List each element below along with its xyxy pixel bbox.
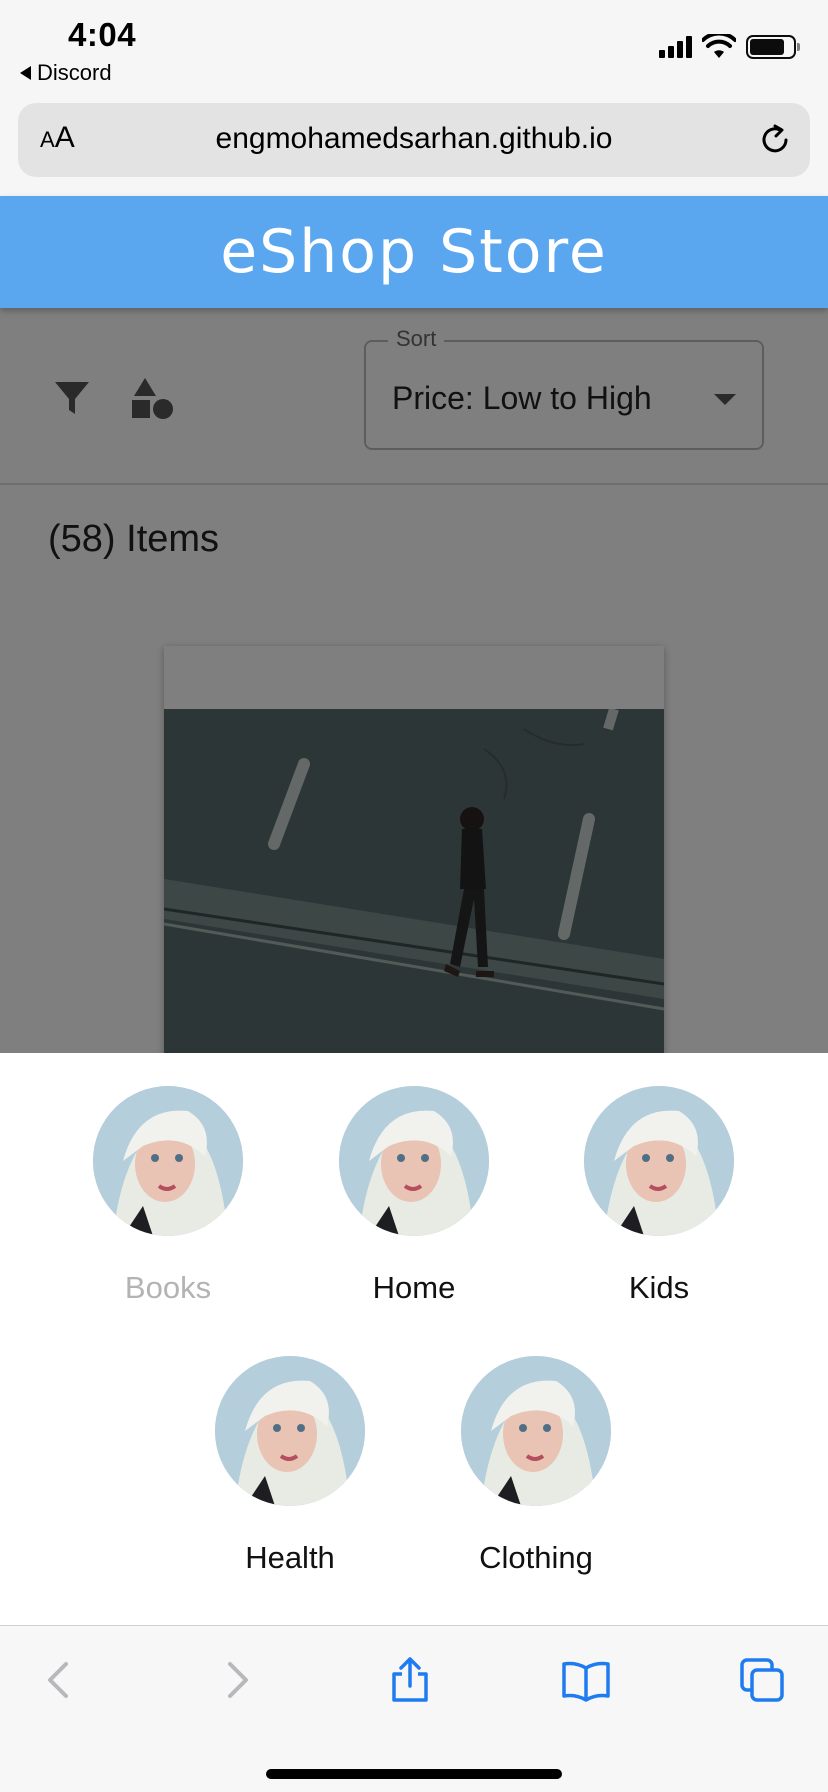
category-avatar [584, 1086, 734, 1236]
category-avatar [215, 1356, 365, 1506]
battery-icon [746, 35, 800, 59]
back-triangle-icon [20, 66, 31, 80]
category-item-kids[interactable]: Kids [559, 1086, 759, 1306]
category-item-home[interactable]: Home [314, 1086, 514, 1306]
product-list-area: Sort Price: Low to High (58) Items [0, 308, 828, 1053]
category-avatar [339, 1086, 489, 1236]
category-avatar [461, 1356, 611, 1506]
share-icon[interactable] [386, 1656, 434, 1704]
filter-row: Sort Price: Low to High [0, 308, 828, 485]
category-label: Kids [628, 1270, 690, 1305]
back-app-label: Discord [37, 60, 112, 85]
tabs-icon[interactable] [738, 1656, 786, 1704]
chevron-down-icon [714, 394, 736, 405]
status-icons [659, 34, 800, 60]
sort-select[interactable]: Sort Price: Low to High [364, 326, 764, 450]
wifi-icon [702, 34, 736, 58]
back-icon[interactable] [36, 1656, 84, 1704]
category-item-health[interactable]: Health [190, 1356, 390, 1576]
status-time: 4:04 [68, 16, 137, 53]
category-label: Books [124, 1270, 212, 1305]
back-to-app-link[interactable]: Discord [20, 60, 112, 86]
product-photo-illustration [164, 709, 664, 1053]
app-title: eShop Store [220, 217, 608, 287]
filter-icon[interactable] [52, 378, 92, 418]
product-card[interactable] [164, 646, 664, 1053]
product-image [164, 709, 664, 1053]
url-text[interactable]: engmohamedsarhan.github.io [18, 122, 810, 156]
category-item-books[interactable]: Books [68, 1086, 268, 1306]
category-label: Home [372, 1270, 456, 1305]
category-item-clothing[interactable]: Clothing [436, 1356, 636, 1576]
items-count: (58) Items [48, 518, 220, 560]
status-bar: 4:04 Discord [0, 0, 828, 95]
category-label: Clothing [479, 1540, 593, 1575]
shapes-icon[interactable] [130, 376, 174, 420]
bookmarks-icon[interactable] [562, 1656, 610, 1704]
home-indicator[interactable] [266, 1769, 562, 1779]
sort-label: Sort [388, 326, 445, 352]
category-sheet: Books Home Kids Health Clothing [0, 1053, 828, 1625]
address-bar[interactable]: AA engmohamedsarhan.github.io [18, 103, 810, 177]
app-header: eShop Store [0, 196, 828, 308]
category-label: Health [245, 1540, 335, 1575]
forward-icon[interactable] [212, 1656, 260, 1704]
sort-value: Price: Low to High [392, 380, 652, 416]
browser-toolbar [0, 1625, 828, 1792]
reload-icon[interactable] [756, 121, 794, 159]
signal-icon [659, 36, 692, 58]
category-avatar [93, 1086, 243, 1236]
